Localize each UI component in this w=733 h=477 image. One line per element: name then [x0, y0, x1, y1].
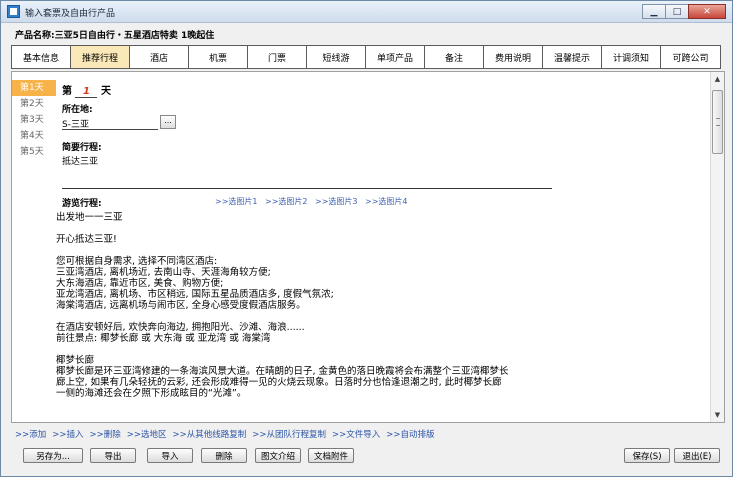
tab-6[interactable]: 短线游 [307, 46, 366, 68]
tab-5[interactable]: 门票 [248, 46, 307, 68]
maximize-button[interactable]: □ [665, 4, 689, 19]
tab-1[interactable]: 基本信息 [12, 46, 71, 68]
divider [62, 188, 552, 189]
tab-9[interactable]: 费用说明 [484, 46, 543, 68]
itinerary-line: 一侧的海滩还会在夕照下形成眩目的“光滩”。 [56, 388, 247, 399]
select-picture-link-2[interactable]: >>选图片2 [265, 196, 315, 207]
day-item-5[interactable]: 第5天 [12, 144, 56, 160]
tab-3[interactable]: 酒店 [130, 46, 189, 68]
select-picture-link-3[interactable]: >>选图片3 [315, 196, 365, 207]
close-button[interactable]: ✕ [688, 4, 726, 19]
tab-2[interactable]: 推荐行程 [71, 46, 130, 68]
window-title: 输入套票及自由行产品 [25, 9, 116, 19]
picture-links: >>选图片1 >>选图片2 >>选图片3 >>选图片4 [215, 196, 415, 207]
itinerary-line: 出发地一一三亚 [56, 212, 123, 223]
title-bar: 输入套票及自由行产品 ▁ □ ✕ [1, 1, 732, 23]
action-link-8[interactable]: >>自动排版 [386, 428, 434, 440]
location-browse-button[interactable]: ... [160, 115, 176, 129]
tab-10[interactable]: 温馨提示 [543, 46, 602, 68]
action-links: >>添加 >>插入 >>删除 >>选地区 >>从其他线路复制 >>从团队行程复制 >>文件导… [15, 428, 441, 440]
app-icon [7, 5, 20, 18]
tour-label: 游览行程: [62, 199, 102, 209]
window-controls: ▁ □ ✕ [642, 4, 726, 19]
day-list: 第1天 第2天 第3天 第4天 第5天 [12, 80, 56, 160]
action-link-6[interactable]: >>从团队行程复制 [252, 428, 326, 440]
itinerary-paragraph: 开心抵达三亚! [56, 234, 566, 245]
itinerary-panel: 第1天 第2天 第3天 第4天 第5天 第 1 天 所在地: S-三亚 ... 简要行程… [11, 71, 725, 423]
tab-8[interactable]: 备注 [425, 46, 484, 68]
itinerary-line: 亚龙湾酒店, 离机场、市区稍远, 国际五星品质酒店多, 度假气氛浓; [56, 289, 334, 300]
itinerary-line: 您可根据自身需求, 选择不同湾区酒店: [56, 256, 218, 267]
itinerary-text-area[interactable]: 出发地一一三亚 开心抵达三亚! 您可根据自身需求, 选择不同湾区酒店: 三亚湾酒店, … [56, 212, 566, 410]
location-input[interactable]: S-三亚 [62, 116, 158, 130]
itinerary-line: 大东海酒店, 靠近市区, 美食、购物方便; [56, 278, 224, 289]
select-picture-link-1[interactable]: >>选图片1 [215, 196, 265, 207]
day-prefix: 第 [62, 86, 72, 97]
scroll-down-icon[interactable]: ▼ [711, 408, 724, 422]
tab-bar: 基本信息 推荐行程 酒店 机票 门票 短线游 单项产品 备注 费用说明 温馨提示 计调须知 可跨公司 [11, 45, 721, 69]
vertical-scrollbar[interactable]: ▲ ▼ [710, 72, 724, 422]
close-icon: ✕ [703, 6, 711, 17]
itinerary-line: 椰梦长廊 [56, 355, 95, 366]
itinerary-line: 在酒店安顿好后, 欢快奔向海边, 拥抱阳光、沙滩、海浪...... [56, 322, 305, 333]
itinerary-line: 海棠湾酒店, 远离机场与闹市区, 全身心感受度假酒店服务。 [56, 300, 306, 311]
day-item-4[interactable]: 第4天 [12, 128, 56, 144]
import-button[interactable]: 导入 [147, 448, 193, 463]
tab-4[interactable]: 机票 [189, 46, 248, 68]
action-link-5[interactable]: >>从其他线路复制 [173, 428, 247, 440]
action-link-1[interactable]: >>添加 [15, 428, 46, 440]
tab-12[interactable]: 可跨公司 [661, 46, 720, 68]
day-item-3[interactable]: 第3天 [12, 112, 56, 128]
document-attachment-button[interactable]: 文档附件 [308, 448, 354, 463]
tab-7[interactable]: 单项产品 [366, 46, 425, 68]
scroll-up-icon[interactable]: ▲ [711, 72, 724, 86]
itinerary-line: 开心抵达三亚! [56, 234, 117, 245]
itinerary-paragraph: 您可根据自身需求, 选择不同湾区酒店: 三亚湾酒店, 离机场近, 去南山寺、天涯海… [56, 256, 566, 311]
scroll-thumb[interactable] [712, 90, 723, 154]
day-item-1[interactable]: 第1天 [12, 80, 56, 96]
minimize-button[interactable]: ▁ [642, 4, 666, 19]
delete-button[interactable]: 删除 [201, 448, 247, 463]
action-link-2[interactable]: >>插入 [52, 428, 83, 440]
brief-label: 简要行程: [62, 143, 102, 153]
brief-input[interactable]: 抵达三亚 [62, 154, 98, 167]
itinerary-line: 廊上空, 如果有几朵轻抚的云彩, 还会形成难得一见的火烧云现象。日落时分也恰逢退… [56, 377, 502, 388]
export-button[interactable]: 导出 [90, 448, 136, 463]
action-link-7[interactable]: >>文件导入 [332, 428, 380, 440]
itinerary-line: 椰梦长廊是环三亚湾修建的一条海滨风景大道。在晴朗的日子, 金黄色的落日晚霞将会布… [56, 366, 509, 377]
product-name: 产品名称:三亚5日自由行・五星酒店特卖 1晚起住 [15, 31, 215, 41]
action-link-3[interactable]: >>删除 [90, 428, 121, 440]
action-link-4[interactable]: >>选地区 [127, 428, 167, 440]
save-as-button[interactable]: 另存为... [23, 448, 83, 463]
itinerary-paragraph: 椰梦长廊 椰梦长廊是环三亚湾修建的一条海滨风景大道。在晴朗的日子, 金黄色的落日晚… [56, 355, 566, 399]
itinerary-paragraph: 出发地一一三亚 [56, 212, 566, 223]
itinerary-paragraph: 在酒店安顿好后, 欢快奔向海边, 拥抱阳光、沙滩、海浪...... 前往景点: 椰… [56, 322, 566, 344]
itinerary-line: 前往景点: 椰梦长廊 或 大东海 或 亚龙湾 或 海棠湾 [56, 333, 271, 344]
minimize-icon: ▁ [650, 6, 658, 17]
save-button[interactable]: 保存(S) [624, 448, 670, 463]
select-picture-link-4[interactable]: >>选图片4 [365, 196, 415, 207]
tab-11[interactable]: 计调须知 [602, 46, 661, 68]
day-suffix: 天 [100, 86, 111, 97]
picture-intro-button[interactable]: 图文介绍 [255, 448, 301, 463]
exit-button[interactable]: 退出(E) [674, 448, 720, 463]
itinerary-line: 三亚湾酒店, 离机场近, 去南山寺、天涯海角较方便; [56, 267, 271, 278]
location-label: 所在地: [62, 105, 93, 115]
day-header: 第 1 天 [62, 82, 111, 98]
main-window: 输入套票及自由行产品 ▁ □ ✕ 产品名称:三亚5日自由行・五星酒店特卖 1晚起… [0, 0, 733, 477]
day-item-2[interactable]: 第2天 [12, 96, 56, 112]
day-number[interactable]: 1 [75, 86, 98, 98]
maximize-icon: □ [672, 6, 682, 17]
